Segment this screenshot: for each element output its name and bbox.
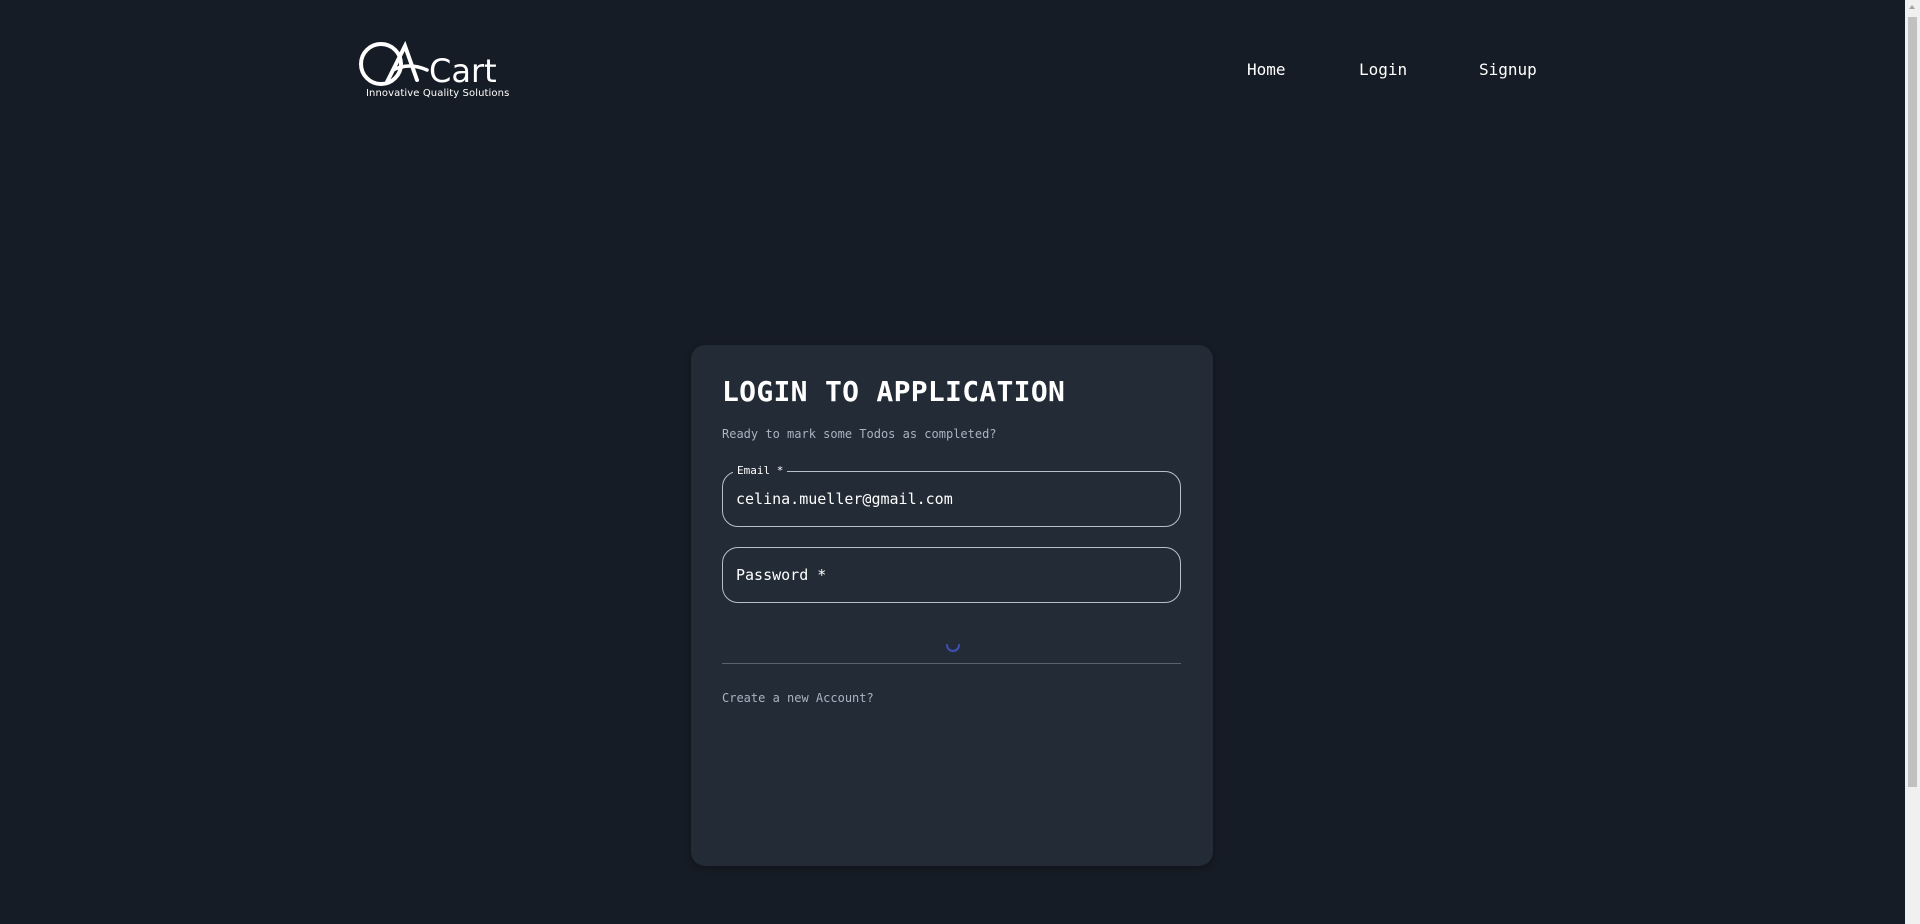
scroll-up-arrow-icon[interactable] [1905,0,1920,15]
password-field [722,547,1181,603]
nav-home-link[interactable]: Home [1247,60,1286,79]
qacart-logo[interactable]: Cart Innovative Quality Solutions [357,40,510,102]
logo-cart-text: Cart [429,52,497,90]
email-input[interactable] [736,472,1166,526]
logo-tagline: Innovative Quality Solutions [366,88,510,99]
password-input[interactable] [736,548,1166,602]
loading-spinner-icon [946,644,960,652]
vertical-scrollbar[interactable] [1905,0,1920,924]
login-card: LOGIN TO APPLICATION Ready to mark some … [691,345,1213,866]
login-subtitle: Ready to mark some Todos as completed? [722,427,997,441]
login-page: Cart Innovative Quality Solutions Home L… [0,0,1920,924]
nav-login-link[interactable]: Login [1359,60,1407,79]
create-account-link[interactable]: Create a new Account? [722,691,874,705]
email-field: Email * [722,464,1181,527]
divider [722,663,1181,664]
nav-signup-link[interactable]: Signup [1479,60,1537,79]
page-title: LOGIN TO APPLICATION [722,375,1066,408]
scrollbar-thumb[interactable] [1908,17,1917,787]
